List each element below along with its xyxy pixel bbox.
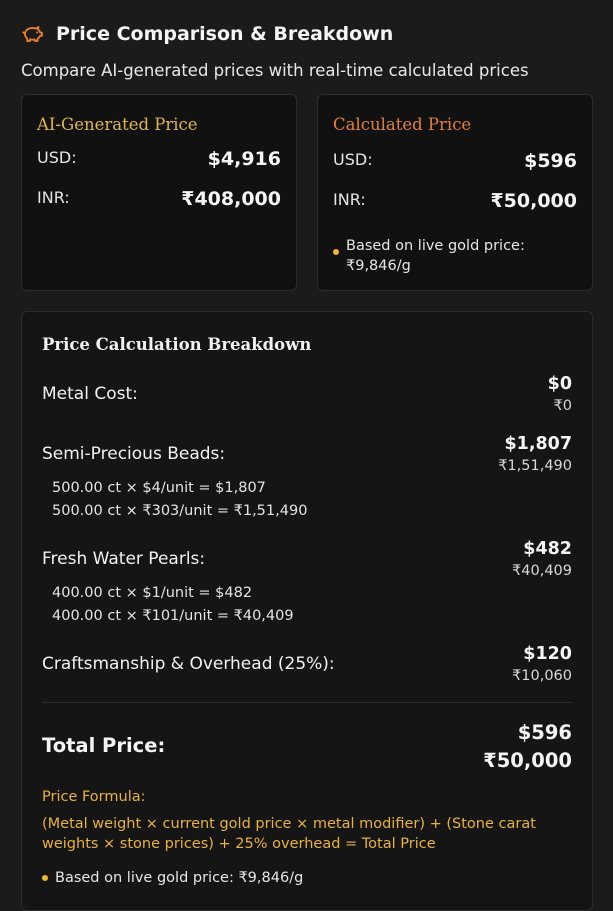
piggy-bank-icon [22, 26, 43, 42]
page-subtitle: Compare AI-generated prices with real-ti… [21, 61, 529, 80]
calc-inr-label: INR: [333, 190, 366, 209]
ai-usd-label: USD: [37, 148, 77, 167]
ai-price-title: AI-Generated Price [37, 115, 198, 134]
pearls-detail-inr: 400.00 ct × ₹101/unit = ₹40,409 [52, 608, 294, 624]
metal-cost-usd: $0 [547, 374, 572, 394]
ai-inr-value: ₹408,000 [181, 188, 281, 210]
craftsmanship-inr: ₹10,060 [512, 668, 572, 684]
page-title: Price Comparison & Breakdown [56, 23, 394, 45]
craftsmanship-label: Craftsmanship & Overhead (25%): [42, 654, 335, 674]
calc-inr-value: ₹50,000 [490, 190, 577, 212]
breakdown-gold-price-note: Based on live gold price: ₹9,846/g [42, 868, 303, 888]
calc-usd-value: $596 [524, 150, 577, 172]
breakdown-gold-price-note-text: Based on live gold price: ₹9,846/g [55, 870, 304, 886]
total-price-label: Total Price: [42, 734, 166, 757]
section-header: Price Comparison & Breakdown [21, 22, 393, 46]
price-breakdown-panel: Price Calculation Breakdown Metal Cost: … [21, 311, 593, 911]
craftsmanship-usd: $120 [523, 644, 572, 664]
bullet-dot-icon [333, 249, 339, 255]
total-price-usd: $596 [517, 721, 572, 744]
pearls-label: Fresh Water Pearls: [42, 549, 206, 569]
breakdown-title: Price Calculation Breakdown [42, 335, 312, 354]
beads-usd: $1,807 [504, 434, 572, 454]
metal-cost-inr: ₹0 [553, 398, 572, 414]
metal-cost-label: Metal Cost: [42, 384, 138, 404]
total-price-inr: ₹50,000 [483, 749, 572, 772]
pearls-usd: $482 [523, 539, 572, 559]
bullet-dot-icon [42, 875, 48, 881]
pearls-detail-usd: 400.00 ct × $1/unit = $482 [52, 585, 253, 601]
calc-usd-label: USD: [333, 150, 373, 169]
ai-price-card: AI-Generated Price USD: $4,916 INR: ₹408… [21, 94, 297, 291]
divider [42, 702, 572, 703]
beads-label: Semi-Precious Beads: [42, 444, 226, 464]
ai-usd-value: $4,916 [207, 148, 281, 170]
calculated-price-card: Calculated Price USD: $596 INR: ₹50,000 … [317, 94, 593, 291]
ai-inr-label: INR: [37, 188, 70, 207]
beads-inr: ₹1,51,490 [498, 458, 572, 474]
pearls-inr: ₹40,409 [512, 563, 572, 579]
calculated-price-title: Calculated Price [333, 115, 472, 134]
beads-detail-inr: 500.00 ct × ₹303/unit = ₹1,51,490 [52, 503, 308, 519]
price-formula-title: Price Formula: [42, 789, 146, 805]
price-formula-text: (Metal weight × current gold price × met… [42, 816, 536, 852]
beads-detail-usd: 500.00 ct × $4/unit = $1,807 [52, 480, 266, 496]
gold-price-note-text: Based on live gold price: ₹9,846/g [346, 238, 525, 274]
gold-price-note: Based on live gold price: ₹9,846/g [333, 236, 563, 276]
